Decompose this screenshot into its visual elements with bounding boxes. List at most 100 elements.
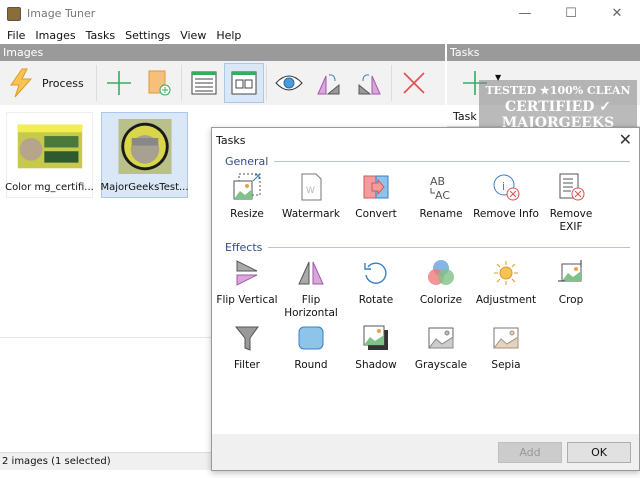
task-label: Rename xyxy=(419,208,463,220)
task-flip-vertical[interactable]: Flip Vertical xyxy=(214,259,280,307)
task-label: Rotate xyxy=(358,294,394,306)
task-label: Grayscale xyxy=(414,359,468,371)
process-label: Process xyxy=(42,76,84,90)
svg-text:i: i xyxy=(502,180,505,193)
task-label: Filter xyxy=(233,359,260,371)
image-thumbnail[interactable]: Color mg_certifi... xyxy=(5,112,94,198)
task-filter[interactable]: Filter xyxy=(214,324,280,372)
maximize-button[interactable]: ☐ xyxy=(548,0,594,27)
preview-button[interactable] xyxy=(269,63,309,103)
grayscale-icon xyxy=(427,327,454,349)
tasks-pane-header: Tasks xyxy=(447,44,640,61)
images-toolbar: Process xyxy=(0,61,445,105)
folder-add-icon xyxy=(148,70,171,96)
task-label: Remove Info xyxy=(473,208,539,220)
thumbnail-caption: Color mg_certifi... xyxy=(5,182,94,193)
task-convert[interactable]: Convert xyxy=(343,173,409,221)
task-crop[interactable]: Crop xyxy=(538,259,604,307)
flip-rotate-right-icon xyxy=(358,74,381,95)
lightning-icon xyxy=(10,68,33,98)
eye-icon xyxy=(275,75,303,91)
task-grayscale[interactable]: Grayscale xyxy=(408,324,474,372)
shadow-icon xyxy=(363,325,388,350)
task-adjustment[interactable]: Adjustment xyxy=(473,259,539,307)
task-remove-info[interactable]: i Remove Info xyxy=(473,173,539,221)
add-folder-button[interactable] xyxy=(139,63,179,103)
rounded-rect-icon xyxy=(298,326,324,350)
task-label: Flip Horizontal xyxy=(284,294,338,319)
svg-text:AC: AC xyxy=(435,189,450,201)
task-rotate[interactable]: Rotate xyxy=(343,259,409,307)
task-remove-exif[interactable]: Remove EXIF xyxy=(538,173,604,234)
close-button[interactable]: ✕ xyxy=(594,0,640,27)
svg-text:AB: AB xyxy=(430,175,445,188)
task-label: Watermark xyxy=(282,208,340,220)
remove-info-icon: i xyxy=(493,174,520,201)
rotate-left-button[interactable] xyxy=(309,63,349,103)
task-round[interactable]: Round xyxy=(278,324,344,372)
group-label: General xyxy=(225,155,269,168)
image-preview xyxy=(117,119,172,174)
remove-button[interactable] xyxy=(394,63,434,103)
menu-view[interactable]: View xyxy=(175,27,211,44)
details-view-button[interactable] xyxy=(184,63,224,103)
resize-icon xyxy=(233,173,261,200)
thumbnail-view-icon xyxy=(231,71,257,95)
flip-rotate-left-icon xyxy=(316,74,340,95)
menu-file[interactable]: File xyxy=(2,27,30,44)
sepia-icon xyxy=(492,327,519,349)
thumbnail-caption: MajorGeeksTest... xyxy=(100,182,189,193)
task-label: Resize xyxy=(230,208,264,220)
task-label: Crop xyxy=(558,294,584,306)
watermark-icon: W xyxy=(301,173,322,201)
group-label: Effects xyxy=(225,241,263,254)
x-icon xyxy=(403,72,425,94)
flip-horizontal-icon xyxy=(298,261,324,285)
image-thumbnail[interactable]: MajorGeeksTest... xyxy=(100,112,189,198)
task-watermark[interactable]: W Watermark xyxy=(278,173,344,221)
images-pane-header: Images xyxy=(0,44,445,61)
list-view-icon xyxy=(191,71,217,95)
window-title: Image Tuner xyxy=(27,7,96,20)
menu-bar: File Images Tasks Settings View Help xyxy=(0,27,246,44)
thumbnail-view-button[interactable] xyxy=(223,63,264,103)
sun-icon xyxy=(494,261,518,285)
task-label: Colorize xyxy=(419,294,463,306)
task-rename[interactable]: AB AC Rename xyxy=(408,173,474,221)
remove-exif-icon xyxy=(559,173,585,201)
tasks-dialog: Tasks ✕ General Resize W Watermark Conver… xyxy=(211,127,640,471)
menu-tasks[interactable]: Tasks xyxy=(81,27,120,44)
task-flip-horizontal[interactable]: Flip Horizontal xyxy=(278,259,344,320)
task-label: Remove EXIF xyxy=(549,208,593,233)
funnel-icon xyxy=(234,326,259,351)
task-label: Round xyxy=(294,359,328,371)
process-button[interactable]: Process xyxy=(0,68,94,98)
status-bar: 2 images (1 selected) xyxy=(0,452,212,470)
colorize-icon xyxy=(428,260,454,285)
ok-button[interactable]: OK xyxy=(567,442,631,463)
group-general: General xyxy=(225,155,630,168)
image-preview xyxy=(17,124,82,169)
dialog-close-button[interactable]: ✕ xyxy=(619,130,632,149)
flip-vertical-icon xyxy=(236,260,258,286)
divider xyxy=(0,337,212,338)
rotate-right-button[interactable] xyxy=(349,63,389,103)
task-label: Adjustment xyxy=(475,294,537,306)
task-colorize[interactable]: Colorize xyxy=(408,259,474,307)
task-label: Flip Vertical xyxy=(216,294,278,306)
minimize-button[interactable]: — xyxy=(502,0,548,27)
svg-text:W: W xyxy=(306,186,315,196)
task-label: Shadow xyxy=(355,359,397,371)
task-resize[interactable]: Resize xyxy=(214,173,280,221)
task-label: Convert xyxy=(355,208,397,220)
convert-icon xyxy=(363,175,389,199)
menu-settings[interactable]: Settings xyxy=(120,27,175,44)
add-button[interactable]: Add xyxy=(498,442,562,463)
app-icon xyxy=(7,6,21,21)
menu-images[interactable]: Images xyxy=(30,27,80,44)
menu-help[interactable]: Help xyxy=(211,27,246,44)
task-sepia[interactable]: Sepia xyxy=(473,324,539,372)
add-images-button[interactable] xyxy=(99,63,139,103)
group-effects: Effects xyxy=(225,241,630,254)
task-shadow[interactable]: Shadow xyxy=(343,324,409,372)
